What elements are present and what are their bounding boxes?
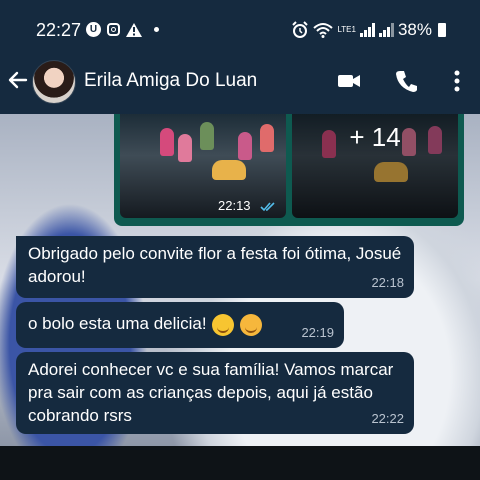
message-time: 22:13 xyxy=(218,198,251,213)
notification-icons: U xyxy=(86,22,159,37)
smile-emoji-icon xyxy=(212,313,235,336)
battery-percent: 38% xyxy=(397,20,432,39)
warning-icon xyxy=(126,22,142,37)
message-bubble[interactable]: Obrigado pelo convite flor a festa foi ó… xyxy=(16,236,414,298)
chat-header: Erila Amiga Do Luan xyxy=(0,48,480,114)
more-vert-icon[interactable] xyxy=(444,68,470,94)
phone-icon[interactable] xyxy=(394,68,420,94)
message-time: 22:19 xyxy=(301,325,334,340)
contact-avatar[interactable] xyxy=(32,60,76,104)
status-time: 22:27 xyxy=(36,20,82,40)
bottom-bar xyxy=(0,446,480,480)
contact-name[interactable]: Erila Amiga Do Luan xyxy=(84,70,257,92)
message-time: 22:22 xyxy=(371,411,404,426)
instagram-icon xyxy=(107,23,120,36)
more-photos-count[interactable]: + 14 xyxy=(292,114,458,218)
double-check-icon xyxy=(260,202,275,212)
video-call-icon[interactable] xyxy=(336,68,362,94)
chat-area[interactable]: + 14 22:13 Obrigado pelo convite flor a … xyxy=(0,114,480,446)
message-bubble[interactable]: o bolo esta uma delicia! 22:19 xyxy=(16,302,344,348)
more-notifications-dot xyxy=(154,27,159,32)
signal-icon xyxy=(359,23,375,37)
status-bar: 22:27 U LTE1 38% xyxy=(0,0,480,48)
image-message[interactable]: + 14 22:13 xyxy=(114,114,464,226)
system-icons: LTE1 38% xyxy=(291,20,446,40)
signal-icon-2 xyxy=(378,23,394,37)
back-arrow-icon[interactable] xyxy=(6,68,30,92)
message-text: Obrigado pelo convite flor a festa foi ó… xyxy=(28,244,402,286)
message-text: o bolo esta uma delicia! xyxy=(28,314,207,333)
hearts-emoji-icon xyxy=(240,313,263,336)
network-label: LTE1 xyxy=(337,25,356,34)
u-icon: U xyxy=(86,22,101,37)
party-photo-2[interactable]: + 14 xyxy=(292,114,458,218)
message-bubble[interactable]: Adorei conhecer vc e sua família! Vamos … xyxy=(16,352,414,434)
message-time: 22:18 xyxy=(371,275,404,290)
alarm-icon xyxy=(292,21,309,38)
wifi-icon xyxy=(313,23,334,38)
message-text: Adorei conhecer vc e sua família! Vamos … xyxy=(28,360,394,425)
battery-icon xyxy=(438,23,446,37)
